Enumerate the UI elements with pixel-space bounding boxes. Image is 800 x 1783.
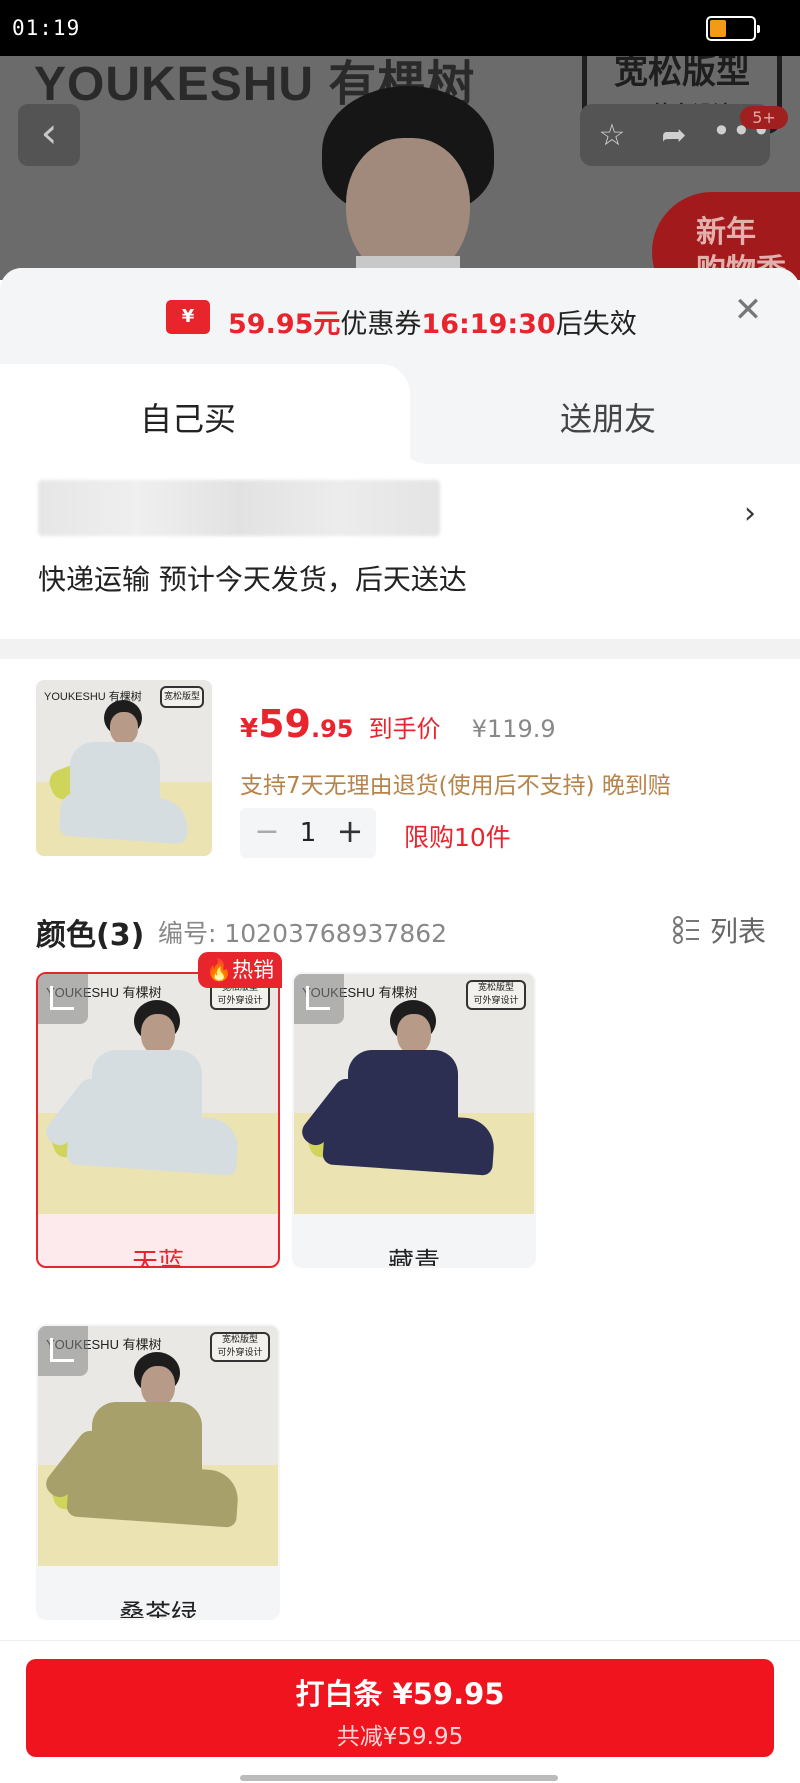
back-button[interactable]: ‹ — [18, 104, 80, 166]
return-policy: 支持7天无理由退货(使用后不支持) 晚到赔 — [240, 773, 671, 799]
color-section-header: 颜色(3) 编号: 10203768937862 列表 — [36, 910, 766, 953]
coupon-countdown: 16:19:30 — [421, 309, 556, 340]
section-divider — [0, 639, 800, 659]
price-line: ¥59.95 到手价 ¥119.9 — [240, 702, 556, 746]
address-redacted — [38, 480, 440, 536]
color-option-label: 藏青 — [387, 1248, 440, 1268]
top-action-bar: ☆ ➦ ••• 5+ — [580, 104, 788, 166]
color-option-sky-blue[interactable]: YOUKESHU 有棵树 宽松版型 可外穿设计 天蓝 — [36, 972, 280, 1268]
coupon-suffix: 后失效 — [555, 309, 637, 340]
pay-button-discount: 共减¥59.95 — [336, 1724, 464, 1750]
color-option-label: 天蓝 — [131, 1248, 184, 1268]
address-row[interactable]: › 快递运输 预计今天发货，后天送达 — [0, 464, 800, 596]
color-option-photo: YOUKESHU 有棵树 宽松版型 可外穿设计 — [38, 974, 278, 1214]
original-price: ¥119.9 — [471, 715, 556, 743]
price-currency: ¥ — [240, 714, 259, 744]
price-decimal: .95 — [310, 715, 354, 743]
coupon-label: 优惠券 — [340, 309, 422, 340]
chevron-left-icon: ‹ — [40, 108, 58, 157]
price-integer: 59 — [258, 702, 311, 746]
battery-icon — [706, 16, 760, 41]
final-price-label: 到手价 — [368, 715, 441, 743]
expand-icon[interactable] — [294, 974, 344, 1024]
tab-buy-for-self[interactable]: 自己买 — [0, 364, 430, 464]
share-icon[interactable]: ➦ — [650, 118, 698, 153]
purchase-mode-tabs: 自己买 送朋友 — [0, 364, 800, 464]
color-option-mulberry-green[interactable]: YOUKESHU 有棵树 宽松版型 可外穿设计 桑茶绿 — [36, 1324, 280, 1620]
checkout-bar: 打白条 ¥59.95 共减¥59.95 — [0, 1640, 800, 1783]
status-bar: 01:19 — [0, 0, 800, 56]
list-view-toggle[interactable]: 列表 — [672, 910, 766, 950]
list-icon — [672, 916, 699, 944]
color-option-photo: YOUKESHU 有棵树 宽松版型 可外穿设计 — [294, 974, 534, 1214]
status-time: 01:19 — [12, 16, 81, 40]
notification-count-badge: 5+ — [740, 106, 788, 129]
color-option-photo: YOUKESHU 有棵树 宽松版型 可外穿设计 — [38, 1326, 278, 1566]
product-summary: YOUKESHU 有棵树 宽松版型 ¥59.95 到手价 ¥119.9 支持7天… — [0, 680, 800, 860]
color-option-label: 桑茶绿 — [118, 1600, 197, 1620]
decrease-quantity-button[interactable]: − — [252, 814, 282, 849]
coupon-banner: ¥ 59.95元优惠券16:19:30后失效 ✕ — [0, 268, 800, 368]
pay-button-label: 打白条 ¥59.95 — [295, 1677, 505, 1711]
coupon-ticket-icon: ¥ — [166, 300, 210, 334]
tab-label: 自己买 — [140, 400, 237, 438]
new-year-promo-tag: 新年 购物季 — [652, 192, 800, 280]
flame-icon: 🔥 — [206, 958, 233, 982]
home-indicator[interactable] — [240, 1775, 558, 1781]
chevron-right-icon: › — [744, 496, 756, 531]
coupon-amount: 59.95元 — [228, 309, 341, 340]
list-toggle-label: 列表 — [709, 915, 766, 948]
product-code: 编号: 10203768937862 — [158, 919, 448, 948]
expand-icon[interactable] — [38, 1326, 88, 1376]
product-thumbnail[interactable]: YOUKESHU 有棵树 宽松版型 — [36, 680, 212, 856]
purchase-limit: 限购10件 — [404, 823, 511, 852]
coupon-text: 59.95元优惠券16:19:30后失效 — [228, 302, 637, 341]
increase-quantity-button[interactable]: + — [334, 812, 366, 850]
color-option-navy[interactable]: YOUKESHU 有棵树 宽松版型 可外穿设计 藏青 — [292, 972, 536, 1268]
color-title: 颜色(3) — [36, 918, 145, 953]
favorite-star-icon[interactable]: ☆ — [588, 118, 636, 153]
hot-sale-badge: 🔥热销 — [198, 952, 283, 988]
quantity-value[interactable]: 1 — [290, 818, 326, 848]
pay-with-baitiao-button[interactable]: 打白条 ¥59.95 共减¥59.95 — [26, 1659, 774, 1757]
delivery-estimate: 快递运输 预计今天发货，后天送达 — [38, 563, 467, 596]
product-hero-background: YOUKESHU 有棵树 宽松版型 可外穿设计 ‹ ☆ ➦ ••• 5+ 新年 … — [0, 56, 800, 280]
purchase-sheet: ¥ 59.95元优惠券16:19:30后失效 ✕ 自己买 送朋友 › 快递运输 … — [0, 268, 800, 1783]
close-icon[interactable]: ✕ — [730, 292, 766, 328]
tab-send-to-friend[interactable]: 送朋友 — [560, 394, 656, 440]
expand-icon[interactable] — [38, 974, 88, 1024]
quantity-stepper: − 1 + — [240, 808, 376, 858]
tab-label: 送朋友 — [560, 400, 657, 438]
